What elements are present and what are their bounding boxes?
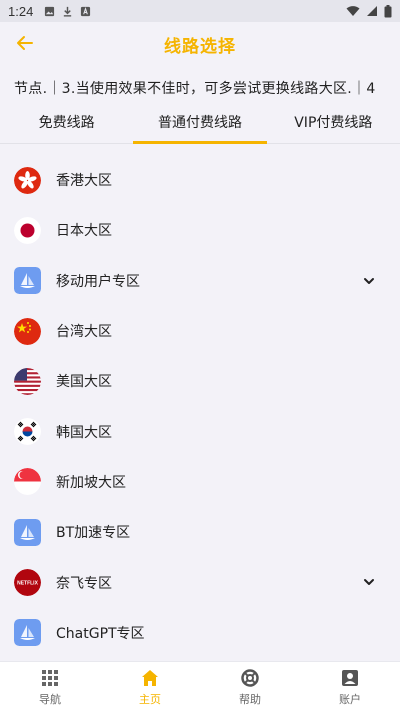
region-label: 香港大区 xyxy=(56,173,112,190)
region-item-mobile-users[interactable]: 移动用户专区 xyxy=(0,256,400,306)
nav-item-navigation[interactable]: 导航 xyxy=(0,662,100,711)
status-bar: 1:24 xyxy=(0,0,400,22)
app-logo-icon xyxy=(14,619,41,647)
region-label: BT加速专区 xyxy=(56,525,131,542)
netflix-logo-icon: NETFLIX xyxy=(14,569,41,597)
lifebuoy-icon xyxy=(241,669,259,687)
nav-label: 账户 xyxy=(339,693,361,706)
region-label: 台湾大区 xyxy=(56,324,112,341)
app-logo-icon xyxy=(14,267,41,295)
chevron-down-icon[interactable] xyxy=(362,575,376,589)
notice-text: 节点.｜3.当使用效果不佳时，可多尝试更换线路大区.｜4 xyxy=(14,81,376,97)
signal-icon xyxy=(367,6,377,16)
tab-free-lines[interactable]: 免费线路 xyxy=(0,106,133,143)
region-label: 美国大区 xyxy=(56,374,112,391)
nav-item-home[interactable]: 主页 xyxy=(100,662,200,711)
app-header: 线路选择 xyxy=(0,22,400,67)
region-item-hong-kong[interactable]: 香港大区 xyxy=(0,155,400,205)
svg-text:NETFLIX: NETFLIX xyxy=(17,581,38,587)
nav-item-account[interactable]: 账户 xyxy=(300,662,400,711)
home-icon xyxy=(142,670,158,686)
china-flag-icon xyxy=(14,317,41,345)
notice-marquee: 节点.｜3.当使用效果不佳时，可多尝试更换线路大区.｜4 xyxy=(0,74,400,102)
region-item-bt-acceleration[interactable]: BT加速专区 xyxy=(0,507,400,557)
status-time: 1:24 xyxy=(8,3,34,19)
back-arrow-icon[interactable] xyxy=(14,32,36,54)
region-list: 香港大区 日本大区 移动用户专区 台湾大区 美国大区 韩国大区 新加坡大区 BT… xyxy=(0,155,400,658)
region-item-chatgpt[interactable]: ChatGPT专区 xyxy=(0,608,400,658)
region-item-usa[interactable]: 美国大区 xyxy=(0,356,400,406)
app-logo-icon xyxy=(14,518,41,546)
grid-icon xyxy=(42,670,58,686)
region-item-japan[interactable]: 日本大区 xyxy=(0,205,400,255)
region-label: ChatGPT专区 xyxy=(56,625,145,642)
tab-standard-paid-lines[interactable]: 普通付费线路 xyxy=(133,106,267,144)
bottom-nav: 导航 主页 帮助 账户 xyxy=(0,661,400,711)
region-label: 移动用户专区 xyxy=(56,273,140,290)
region-item-taiwan[interactable]: 台湾大区 xyxy=(0,306,400,356)
region-label: 日本大区 xyxy=(56,223,112,240)
image-notification-icon xyxy=(45,6,55,16)
nav-item-help[interactable]: 帮助 xyxy=(200,662,300,711)
tab-vip-paid-lines[interactable]: VIP付费线路 xyxy=(267,106,400,143)
singapore-flag-icon xyxy=(14,468,41,496)
nav-label: 导航 xyxy=(39,693,61,706)
account-icon xyxy=(342,670,358,686)
nav-label: 帮助 xyxy=(239,693,261,706)
region-item-netflix[interactable]: NETFLIX 奈飞专区 xyxy=(0,557,400,607)
region-label: 韩国大区 xyxy=(56,424,112,441)
wifi-icon xyxy=(346,6,360,16)
download-icon xyxy=(64,6,72,17)
hong-kong-flag-icon xyxy=(14,166,41,194)
chevron-down-icon[interactable] xyxy=(362,274,376,288)
nav-label: 主页 xyxy=(139,693,161,706)
page-title: 线路选择 xyxy=(164,37,236,57)
app-notification-icon xyxy=(81,6,91,16)
region-item-korea[interactable]: 韩国大区 xyxy=(0,406,400,456)
line-type-tabs: 免费线路 普通付费线路 VIP付费线路 xyxy=(0,106,400,144)
japan-flag-icon xyxy=(14,216,41,244)
region-label: 新加坡大区 xyxy=(56,474,126,491)
korea-flag-icon xyxy=(14,418,41,446)
battery-icon xyxy=(384,4,392,17)
region-label: 奈飞专区 xyxy=(56,575,112,592)
us-flag-icon xyxy=(14,367,41,395)
region-item-singapore[interactable]: 新加坡大区 xyxy=(0,457,400,507)
